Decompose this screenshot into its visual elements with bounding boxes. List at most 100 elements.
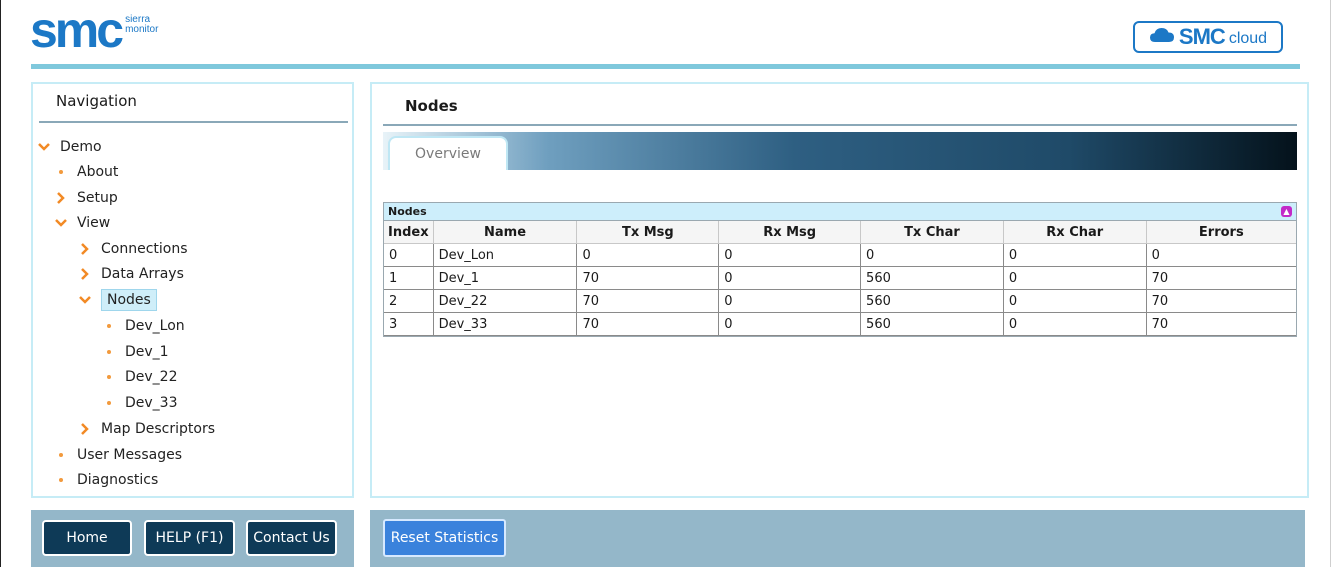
table-row[interactable]: 1 Dev_1 70 0 560 0 70 — [384, 266, 1296, 290]
table-cell: 0 — [384, 243, 434, 267]
nodes-grid: Index Name Tx Msg Rx Msg Tx Char Rx Char… — [384, 221, 1296, 336]
window-left-border — [0, 0, 1, 567]
chevron-right-icon[interactable] — [78, 268, 92, 280]
bullet-icon — [54, 170, 68, 174]
nav-item-label: User Messages — [77, 447, 183, 463]
chevron-right-icon[interactable] — [78, 423, 92, 435]
collapse-icon[interactable]: ▲ — [1281, 206, 1292, 217]
nav-item-view[interactable]: View — [54, 212, 110, 234]
nav-item-label: Nodes — [101, 289, 157, 311]
nav-item-label: Map Descriptors — [101, 421, 216, 437]
table-cell: 70 — [1146, 289, 1296, 313]
bullet-icon — [54, 453, 68, 457]
nav-item-demo[interactable]: Demo — [37, 136, 102, 158]
chevron-right-icon[interactable] — [78, 243, 92, 255]
table-cell: 2 — [384, 289, 434, 313]
bullet-icon — [102, 350, 116, 354]
table-cell: 0 — [1003, 243, 1147, 267]
navigation-title-divider — [39, 121, 348, 123]
footer-right-bar: Reset Statistics — [370, 510, 1305, 567]
tab-bar: Overview — [383, 132, 1297, 170]
nav-item-dev-lon[interactable]: Dev_Lon — [102, 315, 185, 337]
smc-cloud-logo[interactable]: SMC cloud — [1133, 21, 1283, 53]
column-header-errors[interactable]: Errors — [1146, 221, 1296, 244]
column-header-rx-msg[interactable]: Rx Msg — [718, 221, 862, 244]
nav-item-label: Diagnostics — [77, 472, 159, 488]
table-row[interactable]: 3 Dev_33 70 0 560 0 70 — [384, 312, 1296, 336]
bullet-icon — [102, 401, 116, 405]
table-cell: 0 — [1003, 266, 1147, 290]
home-button[interactable]: Home — [42, 520, 132, 556]
bullet-icon — [102, 375, 116, 379]
column-header-tx-char[interactable]: Tx Char — [860, 221, 1004, 244]
nav-item-nodes[interactable]: Nodes — [78, 289, 157, 311]
nav-item-dev-1[interactable]: Dev_1 — [102, 341, 169, 363]
page-title: Nodes — [405, 97, 458, 115]
cloud-icon — [1149, 27, 1175, 47]
logo-text: smc — [30, 2, 124, 58]
column-header-tx-msg[interactable]: Tx Msg — [576, 221, 720, 244]
logo-sub-monitor: monitor — [125, 24, 159, 35]
table-row[interactable]: 2 Dev_22 70 0 560 0 70 — [384, 289, 1296, 313]
table-cell: 560 — [860, 266, 1004, 290]
chevron-down-icon[interactable] — [78, 296, 92, 304]
nav-item-data-arrays[interactable]: Data Arrays — [78, 263, 184, 285]
chevron-down-icon[interactable] — [54, 219, 68, 227]
smc-logo: smc sierra monitor — [30, 2, 158, 58]
cloud-logo-smc-text: SMC — [1178, 24, 1226, 49]
table-cell: 560 — [860, 312, 1004, 336]
table-cell: 0 — [860, 243, 1004, 267]
footer-left-bar: Home HELP (F1) Contact Us — [31, 510, 354, 567]
table-cell: Dev_Lon — [433, 243, 578, 267]
column-header-rx-char[interactable]: Rx Char — [1003, 221, 1147, 244]
nav-item-user-messages[interactable]: User Messages — [54, 444, 182, 466]
table-cell: 70 — [576, 289, 720, 313]
nav-item-dev-33[interactable]: Dev_33 — [102, 392, 178, 414]
chevron-down-icon[interactable] — [37, 143, 51, 151]
table-cell: 560 — [860, 289, 1004, 313]
nav-item-label: View — [77, 215, 111, 231]
cloud-logo-cloud-text: cloud — [1228, 30, 1268, 47]
contact-us-button[interactable]: Contact Us — [246, 520, 337, 556]
chevron-right-icon[interactable] — [54, 192, 68, 204]
table-cell: 0 — [718, 289, 862, 313]
nav-item-dev-22[interactable]: Dev_22 — [102, 366, 178, 388]
column-header-name[interactable]: Name — [433, 221, 578, 244]
column-header-index[interactable]: Index — [384, 221, 434, 244]
table-cell: 0 — [718, 243, 862, 267]
reset-statistics-button[interactable]: Reset Statistics — [383, 519, 506, 557]
nav-item-diagnostics[interactable]: Diagnostics — [54, 469, 158, 491]
table-cell: 70 — [576, 312, 720, 336]
nav-item-label: Connections — [101, 241, 188, 257]
table-cell: 0 — [576, 243, 720, 267]
table-cell: 0 — [1146, 243, 1296, 267]
nav-item-label: About — [77, 164, 119, 180]
table-cell: Dev_33 — [433, 312, 578, 336]
nav-item-setup[interactable]: Setup — [54, 187, 118, 209]
header-divider — [31, 64, 1300, 69]
nav-item-map-descriptors[interactable]: Map Descriptors — [78, 418, 215, 440]
content-panel: Nodes Overview Nodes ▲ Index Name Tx Msg… — [370, 82, 1309, 498]
bullet-icon — [54, 478, 68, 482]
tab-overview[interactable]: Overview — [388, 136, 508, 170]
table-cell: 70 — [1146, 266, 1296, 290]
page-title-divider — [383, 124, 1297, 126]
logo-subtitle: sierra monitor — [125, 15, 158, 35]
table-row[interactable]: 0 Dev_Lon 0 0 0 0 0 — [384, 243, 1296, 267]
table-cell: Dev_22 — [433, 289, 578, 313]
nav-item-connections[interactable]: Connections — [78, 238, 188, 260]
table-cell: Dev_1 — [433, 266, 578, 290]
nodes-table-caption-text: Nodes — [388, 205, 427, 218]
bullet-icon — [102, 324, 116, 328]
nav-item-label: Dev_Lon — [125, 318, 185, 334]
nodes-table: Nodes ▲ Index Name Tx Msg Rx Msg Tx Char… — [383, 202, 1297, 337]
nav-item-about[interactable]: About — [54, 161, 118, 183]
table-cell: 70 — [576, 266, 720, 290]
nodes-table-caption: Nodes ▲ — [384, 203, 1296, 221]
nav-item-label: Dev_22 — [125, 369, 178, 385]
nav-item-label: Dev_33 — [125, 395, 178, 411]
help-button[interactable]: HELP (F1) — [144, 520, 235, 556]
table-cell: 70 — [1146, 312, 1296, 336]
table-cell: 0 — [718, 312, 862, 336]
table-cell: 1 — [384, 266, 434, 290]
